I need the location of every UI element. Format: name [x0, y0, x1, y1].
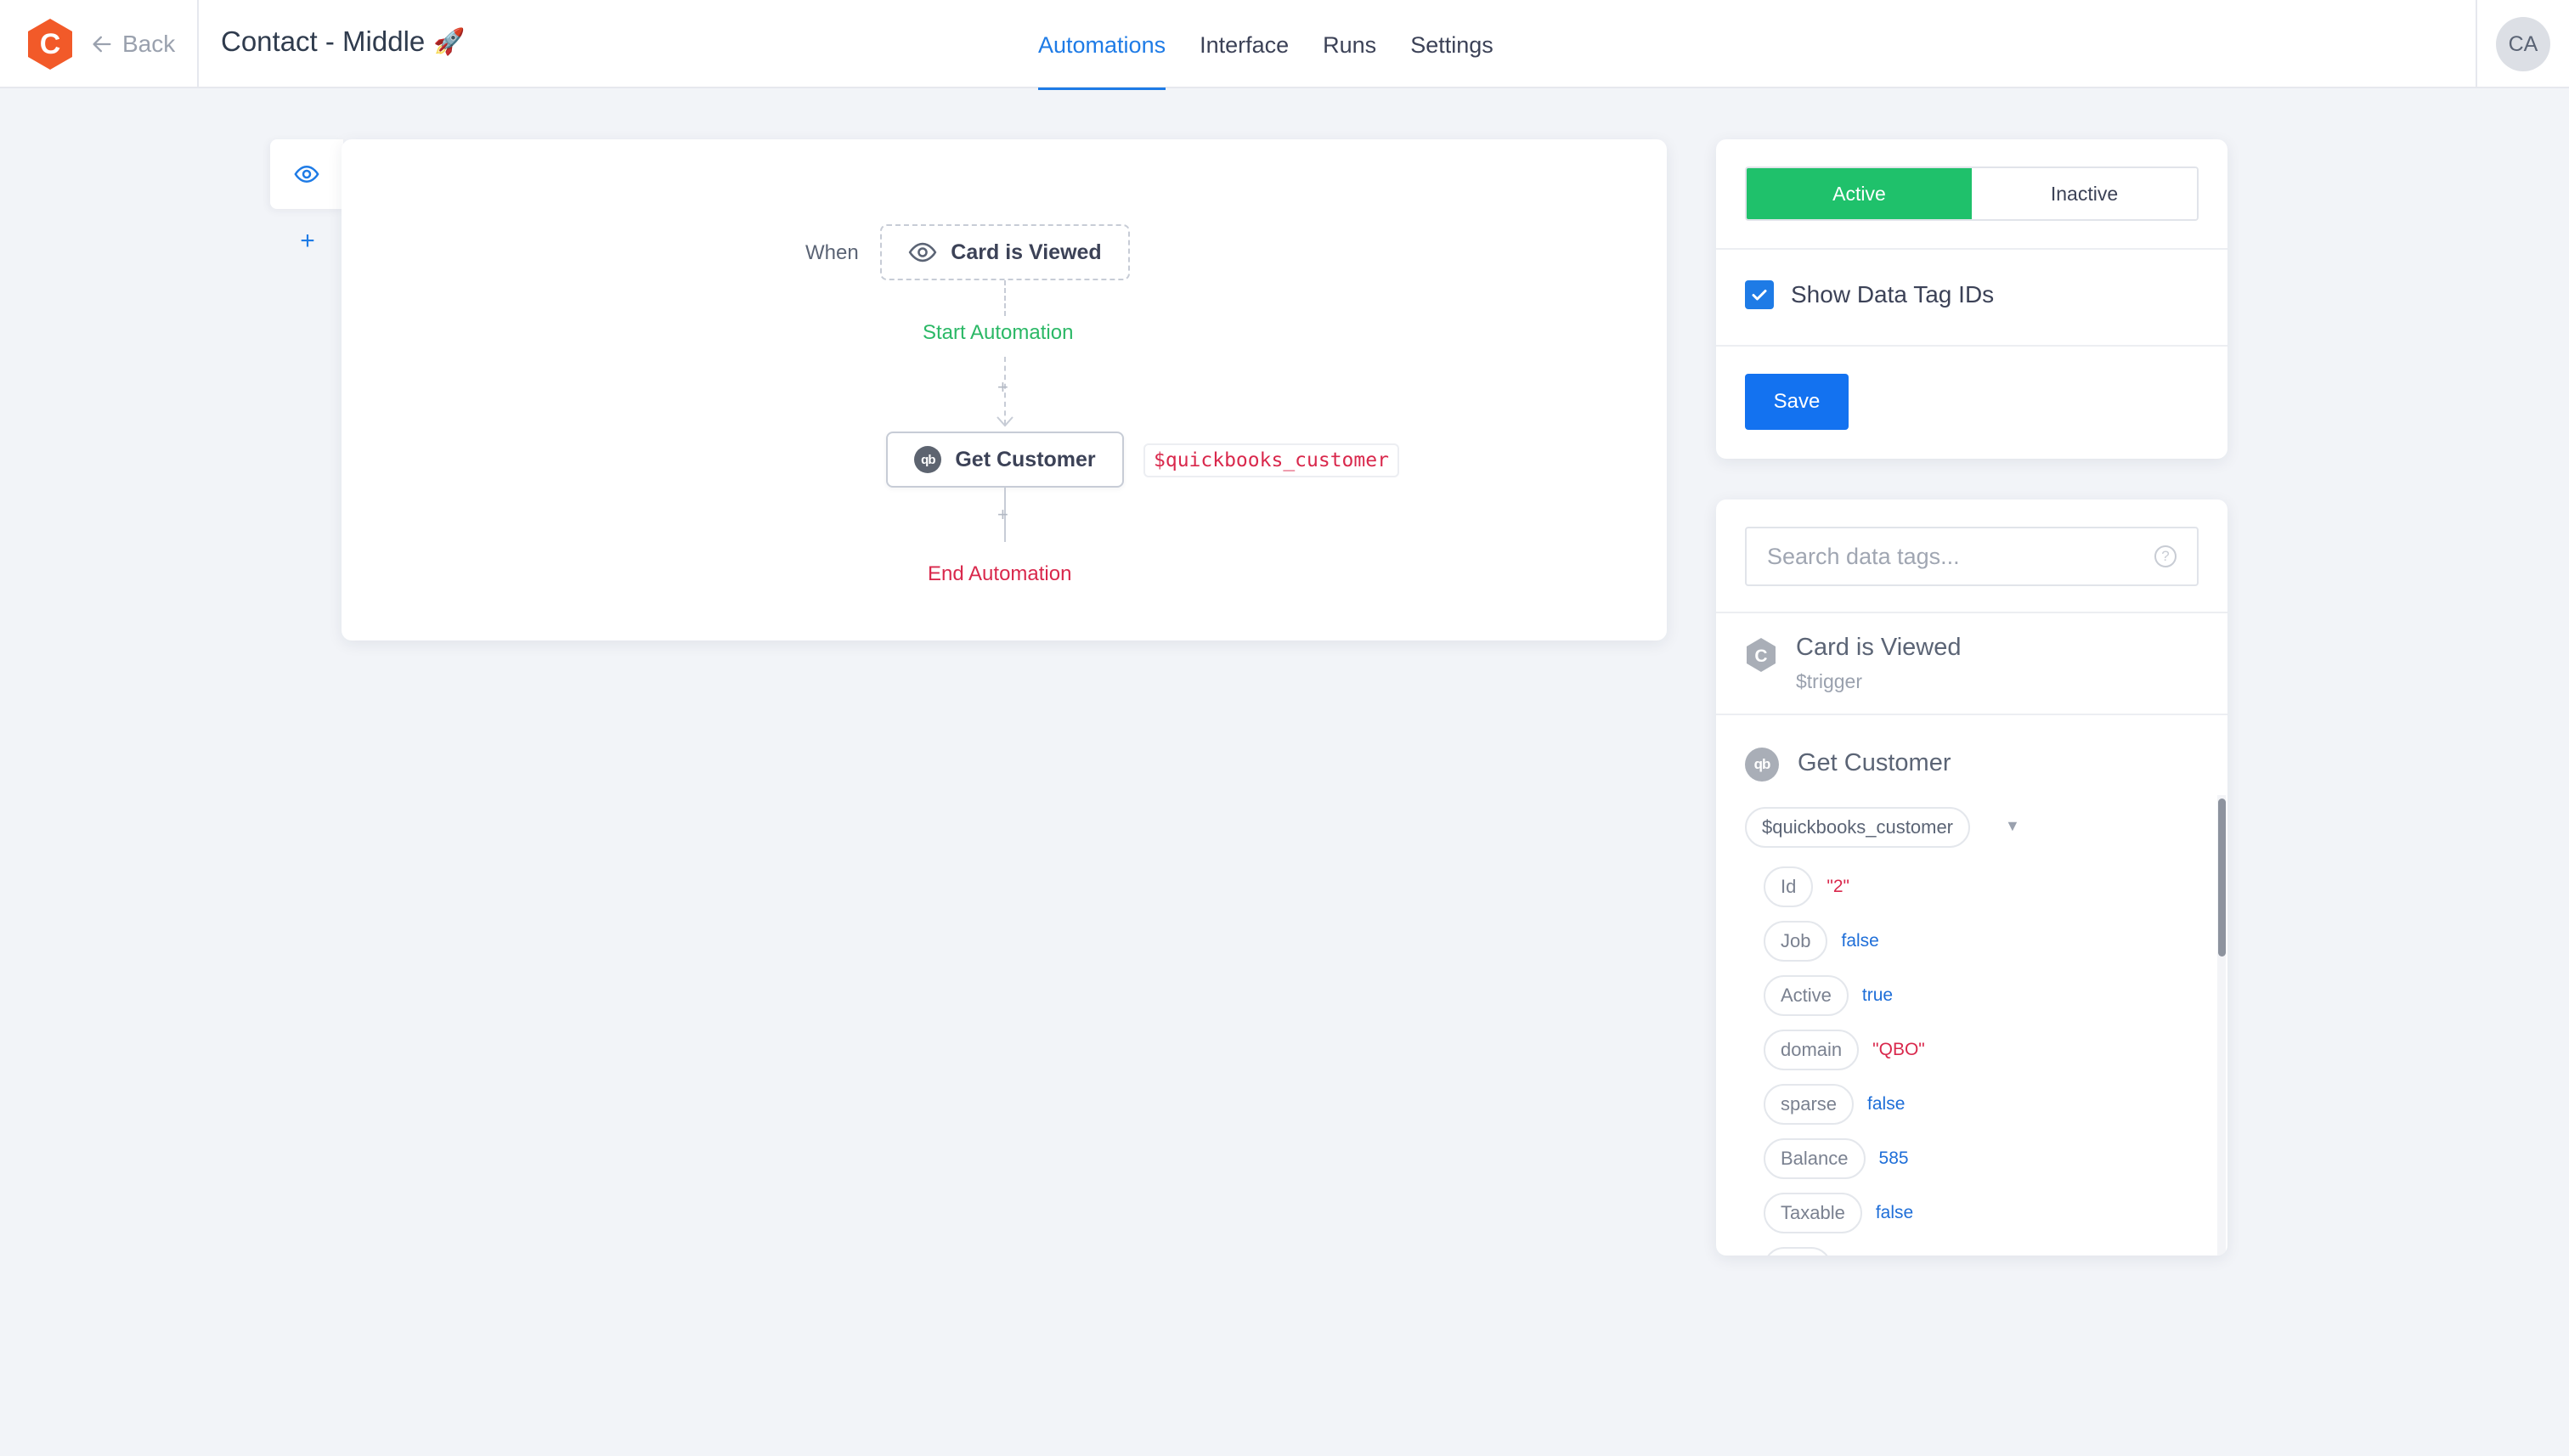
field-key-pill[interactable]: Balance — [1764, 1138, 1866, 1179]
arrow-down-icon — [997, 416, 1013, 427]
nav-tabs: Automations Interface Runs Settings — [1038, 0, 1493, 90]
tag-field-row: Balance 585 — [1764, 1132, 1925, 1186]
tag-field-row — [1764, 1240, 1925, 1256]
search-box: ? — [1745, 527, 2199, 586]
tab-settings[interactable]: Settings — [1410, 0, 1493, 88]
status-panel: Active Inactive Show Data Tag IDs Save — [1716, 139, 2227, 459]
status-toggle: Active Inactive — [1745, 166, 2199, 221]
tag-field-row: Active true — [1764, 968, 1925, 1023]
action-node-label: Get Customer — [955, 447, 1096, 471]
tag-group-get-customer[interactable]: qb Get Customer — [1745, 748, 1951, 782]
trigger-tab[interactable] — [270, 139, 343, 209]
search-input[interactable] — [1767, 543, 2124, 570]
data-tags-panel: ? C Card is Viewed $trigger qb Get Custo… — [1716, 499, 2227, 1256]
tag-group-subtitle: $trigger — [1796, 670, 1862, 692]
end-automation-label: End Automation — [928, 562, 1072, 585]
divider — [2476, 0, 2477, 88]
field-key-pill[interactable]: Taxable — [1764, 1193, 1862, 1233]
back-label: Back — [122, 31, 176, 57]
divider — [1716, 612, 2227, 613]
field-key-pill[interactable]: Active — [1764, 975, 1849, 1016]
page-title-text: Contact - Middle — [221, 25, 426, 57]
tab-interface[interactable]: Interface — [1200, 0, 1289, 88]
add-step-button[interactable]: + — [997, 378, 1008, 397]
avatar[interactable]: CA — [2496, 17, 2550, 71]
trigger-node[interactable]: Card is Viewed — [880, 224, 1130, 280]
connector-line — [1004, 280, 1006, 316]
tag-field-row: Job false — [1764, 914, 1925, 968]
divider — [1716, 714, 2227, 715]
top-bar: C Back Contact - Middle 🚀 Automations In… — [0, 0, 2569, 90]
field-key-pill[interactable]: Job — [1764, 921, 1828, 962]
tab-runs[interactable]: Runs — [1323, 0, 1376, 88]
caret-down-icon[interactable]: ▼ — [2005, 817, 2020, 835]
hexagon-c-icon: C — [1747, 638, 1776, 672]
add-trigger-button[interactable]: + — [296, 229, 319, 254]
eye-icon — [908, 242, 937, 262]
quickbooks-icon: qb — [1745, 748, 1779, 782]
tag-field-row: Id "2" — [1764, 860, 1925, 914]
action-node-get-customer[interactable]: qb Get Customer — [886, 432, 1124, 488]
field-value: false — [1867, 1094, 1906, 1114]
field-key-pill[interactable]: Id — [1764, 866, 1814, 907]
divider — [1716, 248, 2227, 250]
automation-canvas: When Card is Viewed Start Automation + q… — [342, 139, 1667, 641]
field-value: "QBO" — [1872, 1040, 1925, 1059]
page-title: Contact - Middle 🚀 — [221, 25, 466, 58]
quickbooks-icon: qb — [914, 446, 942, 473]
trigger-node-label: Card is Viewed — [951, 240, 1102, 264]
field-key-pill[interactable]: domain — [1764, 1030, 1860, 1070]
tag-field-list: Id "2" Job false Active true domain "QBO… — [1764, 860, 1925, 1256]
help-icon[interactable]: ? — [2154, 545, 2177, 567]
field-key-pill[interactable]: sparse — [1764, 1084, 1855, 1125]
svg-text:C: C — [40, 28, 61, 60]
tag-group-title: Card is Viewed — [1796, 634, 1962, 661]
eye-icon — [294, 165, 319, 183]
field-value: false — [1841, 931, 1879, 951]
save-button[interactable]: Save — [1745, 374, 1849, 430]
active-toggle-button[interactable]: Active — [1747, 168, 1972, 219]
root-tag-pill[interactable]: $quickbooks_customer — [1745, 807, 1971, 848]
rocket-icon: 🚀 — [433, 27, 466, 56]
check-icon — [1752, 290, 1767, 301]
app-logo[interactable]: C — [25, 17, 75, 71]
inactive-toggle-button[interactable]: Inactive — [1972, 168, 2197, 219]
tag-group-trigger[interactable]: C Card is Viewed $trigger — [1745, 634, 1962, 693]
field-value: "2" — [1827, 877, 1849, 896]
output-tag-chip[interactable]: $quickbooks_customer — [1143, 443, 1399, 477]
checkbox[interactable] — [1745, 280, 1774, 309]
add-step-button[interactable]: + — [997, 505, 1008, 524]
divider — [197, 0, 199, 88]
field-value: 585 — [1878, 1148, 1909, 1168]
tag-field-row: sparse false — [1764, 1077, 1925, 1132]
show-data-tag-ids-toggle[interactable]: Show Data Tag IDs — [1745, 280, 1994, 309]
tab-automations[interactable]: Automations — [1038, 0, 1166, 90]
show-data-tag-ids-label: Show Data Tag IDs — [1791, 281, 1995, 308]
field-value: false — [1875, 1203, 1914, 1222]
field-value: true — [1861, 985, 1894, 1005]
divider — [1716, 345, 2227, 347]
arrow-left-icon — [93, 36, 111, 53]
field-key-pill[interactable] — [1764, 1247, 1832, 1256]
scrollbar-thumb[interactable] — [2218, 799, 2226, 957]
start-automation-label: Start Automation — [923, 321, 1074, 344]
back-button[interactable]: Back — [90, 25, 175, 63]
tag-field-row: domain "QBO" — [1764, 1023, 1925, 1077]
tag-field-row: Taxable false — [1764, 1186, 1925, 1240]
when-label: When — [805, 241, 859, 264]
tag-group-title: Get Customer — [1798, 749, 1951, 776]
svg-text:C: C — [1754, 646, 1767, 666]
